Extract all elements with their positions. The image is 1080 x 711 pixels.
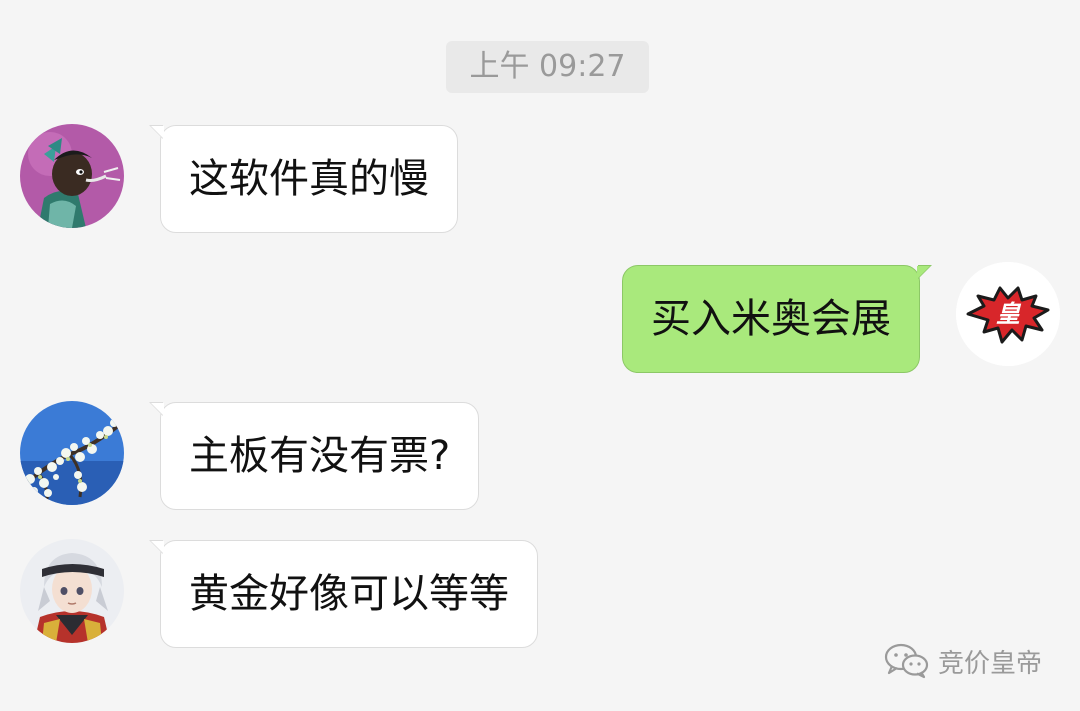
message-text: 买入米奥会展 [651, 296, 891, 342]
avatar-emperor-badge[interactable]: 皇 [956, 262, 1060, 366]
message-bubble[interactable]: 主板有没有票? [148, 402, 480, 510]
message-text: 主板有没有票? [189, 433, 451, 479]
message-text: 这软件真的慢 [189, 156, 429, 202]
avatar-blossom-branch[interactable] [20, 401, 124, 505]
account-watermark: 竞价皇帝 [884, 641, 1042, 681]
chat-timestamp: 上午 09:27 [446, 41, 649, 93]
message-bubble[interactable]: 黄金好像可以等等 [149, 540, 538, 648]
watermark-text: 竞价皇帝 [938, 648, 1043, 679]
wechat-icon [884, 643, 930, 679]
avatar-anime-character[interactable] [20, 539, 124, 643]
badge-text: 皇 [996, 300, 1020, 328]
message-text: 黄金好像可以等等 [189, 571, 509, 617]
message-bubble[interactable]: 这软件真的慢 [149, 125, 458, 233]
message-bubble-self[interactable]: 买入米奥会展 [622, 265, 932, 373]
avatar-cartoon-boy[interactable] [20, 124, 124, 228]
